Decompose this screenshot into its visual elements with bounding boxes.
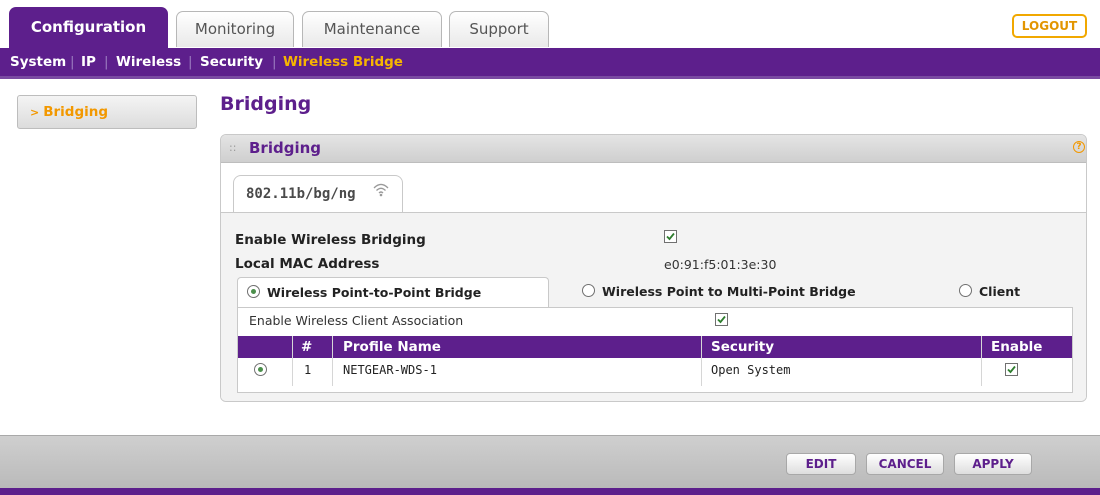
table-row[interactable]: 1 NETGEAR-WDS-1 Open System (238, 358, 1072, 382)
mode-label-point-to-point: Wireless Point-to-Point Bridge (267, 285, 482, 300)
cancel-button[interactable]: CANCEL (866, 453, 944, 475)
drag-handle-icon: :: (229, 141, 237, 154)
mode-tab-point-to-point[interactable]: Wireless Point-to-Point Bridge (237, 277, 549, 307)
sidebar: > Bridging (0, 79, 207, 435)
subnav-separator: | (70, 54, 75, 70)
footer-border (0, 488, 1100, 495)
row-enable-checkbox[interactable] (1005, 363, 1018, 376)
top-tab-bar: Configuration Monitoring Maintenance Sup… (0, 0, 1100, 48)
page-title: Bridging (220, 93, 312, 115)
help-icon[interactable]: ? (1073, 141, 1085, 153)
bridging-section: :: Bridging ? 802.11b/bg/ng Enable Wirel… (220, 134, 1087, 402)
mode-label-client: Client (979, 284, 1021, 299)
mode-label-multi-point: Wireless Point to Multi-Point Bridge (602, 284, 856, 299)
sidebar-item-label: Bridging (43, 104, 109, 120)
wifi-icon (373, 183, 389, 197)
client-association-checkbox[interactable] (715, 313, 728, 326)
router-admin-window: Configuration Monitoring Maintenance Sup… (0, 0, 1100, 495)
row-profile-name: NETGEAR-WDS-1 (343, 363, 437, 377)
checkmark-icon (666, 232, 675, 241)
checkmark-icon (717, 315, 726, 324)
subnav-separator: | (188, 54, 193, 70)
subnav-separator: | (272, 54, 277, 70)
profile-table-panel: Enable Wireless Client Association # Pro… (237, 307, 1073, 393)
profile-table-header: # Profile Name Security Enable (238, 336, 1072, 358)
row-select-radio[interactable] (254, 363, 267, 376)
apply-button[interactable]: APPLY (954, 453, 1032, 475)
action-bar: EDIT CANCEL APPLY (0, 435, 1100, 490)
column-header-security: Security (711, 339, 775, 355)
subnav-security[interactable]: Security (200, 48, 263, 76)
subnav-wireless-bridge[interactable]: Wireless Bridge (283, 48, 403, 76)
row-security: Open System (711, 363, 791, 377)
logout-button[interactable]: LOGOUT (1012, 14, 1087, 38)
tab-configuration[interactable]: Configuration (9, 7, 168, 48)
bridging-settings-panel: Enable Wireless Bridging Local MAC Addre… (221, 212, 1086, 401)
subnav-ip[interactable]: IP (81, 48, 96, 76)
client-association-label: Enable Wireless Client Association (249, 313, 464, 328)
checkmark-icon (1007, 365, 1016, 374)
sub-navigation: System | IP | Wireless | Security | Wire… (0, 48, 1100, 79)
subnav-separator: | (104, 54, 109, 70)
tab-support[interactable]: Support (449, 11, 549, 47)
section-title: Bridging (249, 139, 322, 157)
local-mac-value: e0:91:f5:01:3e:30 (664, 257, 777, 272)
column-header-profile-name: Profile Name (343, 339, 441, 355)
column-header-number: # (301, 339, 313, 355)
local-mac-label: Local MAC Address (235, 256, 380, 272)
radio-tab-label: 802.11b/bg/ng (246, 186, 356, 202)
radio-tab-802-11bgng[interactable]: 802.11b/bg/ng (233, 175, 403, 213)
enable-bridging-checkbox[interactable] (664, 230, 677, 243)
chevron-right-icon: > (30, 106, 40, 119)
mode-radio-client[interactable] (959, 284, 972, 297)
tab-monitoring[interactable]: Monitoring (176, 11, 294, 47)
sidebar-item-bridging[interactable]: > Bridging (17, 95, 197, 129)
row-number: 1 (304, 363, 312, 377)
tab-maintenance[interactable]: Maintenance (302, 11, 442, 47)
enable-bridging-label: Enable Wireless Bridging (235, 232, 426, 248)
mode-radio-multi-point[interactable] (582, 284, 595, 297)
mode-radio-point-to-point[interactable] (247, 285, 260, 298)
subnav-system[interactable]: System (10, 48, 66, 76)
subnav-wireless[interactable]: Wireless (116, 48, 181, 76)
edit-button[interactable]: EDIT (786, 453, 856, 475)
column-header-enable: Enable (991, 339, 1043, 355)
section-header: :: Bridging ? (221, 135, 1086, 163)
